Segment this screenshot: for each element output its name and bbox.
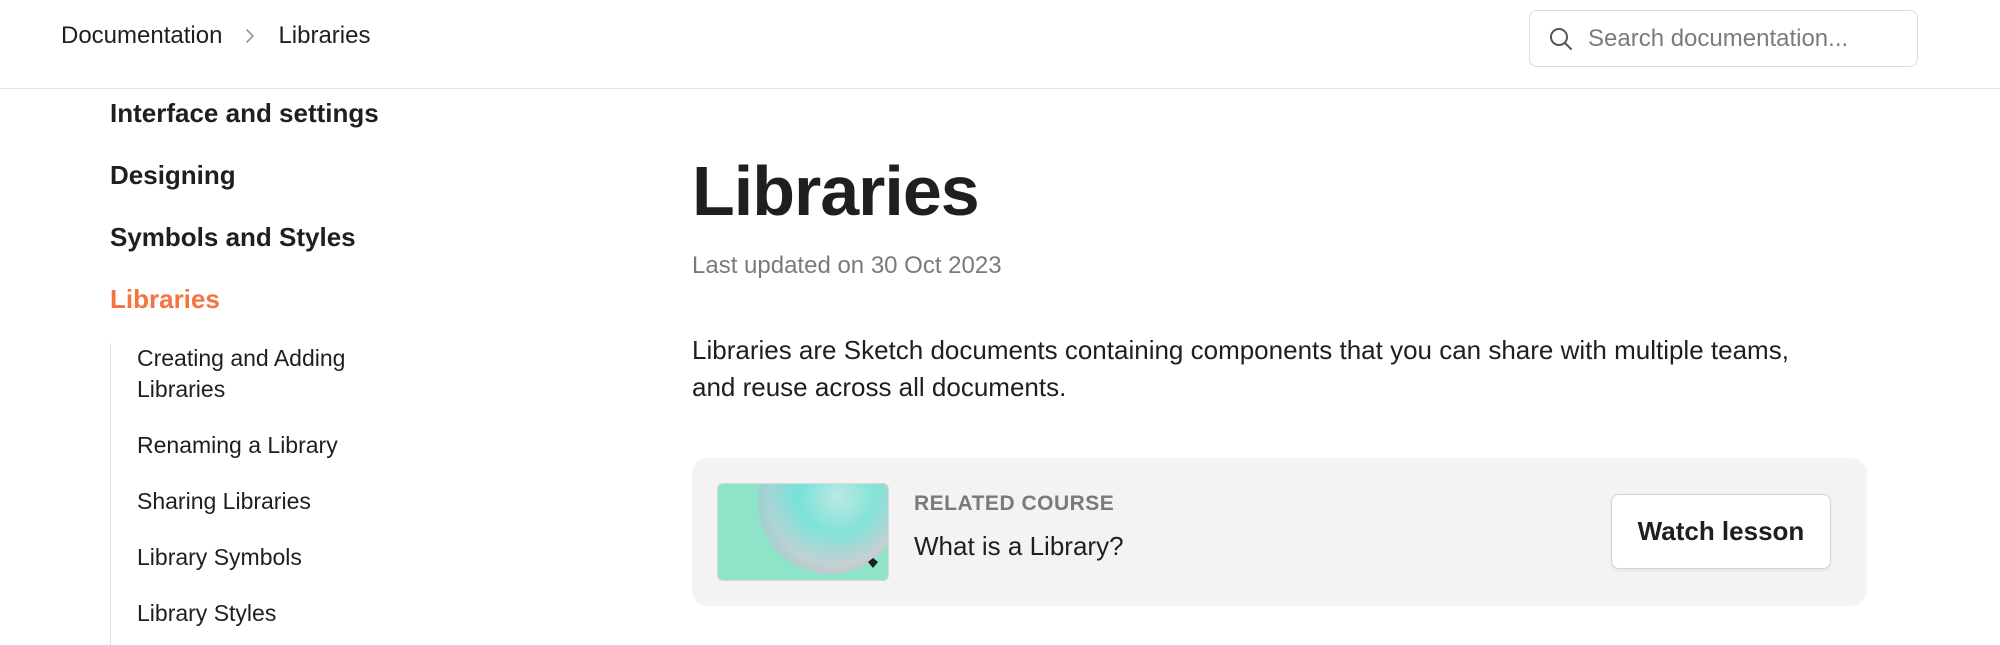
search-input[interactable] xyxy=(1588,24,1888,53)
search-icon xyxy=(1548,26,1574,52)
related-course-title[interactable]: What is a Library? xyxy=(914,531,1124,562)
search-box[interactable] xyxy=(1529,10,1918,67)
sidebar-sub-list: Creating and Adding Libraries Renaming a… xyxy=(110,343,440,645)
course-thumbnail[interactable] xyxy=(717,483,889,581)
sidebar-subitem-library-symbols[interactable]: Library Symbols xyxy=(137,542,427,573)
breadcrumb-documentation-link[interactable]: Documentation xyxy=(61,22,222,50)
related-course-card: RELATED COURSE What is a Library? Watch … xyxy=(692,458,1867,606)
last-updated-text: Last updated on 30 Oct 2023 xyxy=(692,252,1002,279)
top-bar: Documentation Libraries xyxy=(0,0,2000,89)
sidebar-subitem-library-styles[interactable]: Library Styles xyxy=(137,598,427,629)
sidebar-item-libraries[interactable]: Libraries xyxy=(110,284,220,315)
page-title: Libraries xyxy=(692,152,980,230)
sidebar-item-interface-and-settings[interactable]: Interface and settings xyxy=(110,98,379,129)
sidebar-subitem-creating-and-adding-libraries[interactable]: Creating and Adding Libraries xyxy=(137,343,427,405)
breadcrumb-current: Libraries xyxy=(278,22,371,49)
chevron-right-icon xyxy=(236,22,264,50)
sidebar-subitem-renaming-a-library[interactable]: Renaming a Library xyxy=(137,430,427,461)
breadcrumb: Documentation Libraries xyxy=(61,22,370,50)
watch-lesson-button[interactable]: Watch lesson xyxy=(1611,494,1831,569)
intro-paragraph: Libraries are Sketch documents containin… xyxy=(692,335,1789,402)
sidebar-item-symbols-and-styles[interactable]: Symbols and Styles xyxy=(110,222,356,253)
related-course-label: RELATED COURSE xyxy=(914,492,1115,515)
sidebar-subitem-sharing-libraries[interactable]: Sharing Libraries xyxy=(137,486,427,517)
sidebar-item-designing[interactable]: Designing xyxy=(110,160,236,191)
